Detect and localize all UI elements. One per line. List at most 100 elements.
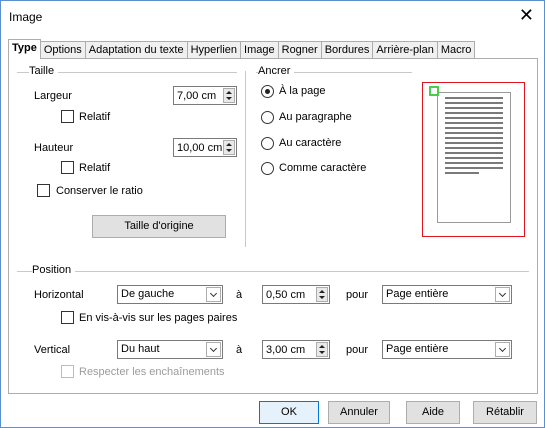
- horizontal-offset-spinbox[interactable]: 0,50 cm: [262, 285, 330, 304]
- vertical-for-label: pour: [346, 344, 369, 356]
- tab-macro[interactable]: Macro: [436, 41, 476, 59]
- position-group-label: Position: [32, 264, 76, 276]
- horizontal-relation-select[interactable]: Page entière: [382, 285, 512, 304]
- width-value: 7,00 cm: [177, 89, 217, 102]
- keep-ratio-checkbox[interactable]: [37, 184, 50, 197]
- vertical-select-value: Du haut: [121, 343, 160, 355]
- position-group-line: [17, 271, 529, 272]
- image-dialog: Image ✕ Type Options Adaptation du texte…: [0, 0, 545, 428]
- preview-text-line: [445, 112, 503, 114]
- horizontal-label: Horizontal: [34, 289, 84, 301]
- horizontal-select-value: De gauche: [121, 288, 175, 300]
- preview-text-line: [445, 162, 503, 164]
- follow-flow-checkbox[interactable]: [61, 365, 74, 378]
- anchor-as-char-radio[interactable]: [261, 162, 274, 175]
- height-spinbox[interactable]: 10,00 cm: [173, 138, 237, 157]
- anchor-page-label: À la page: [279, 85, 326, 97]
- tab-image[interactable]: Image: [240, 41, 279, 59]
- tab-background[interactable]: Arrière-plan: [372, 41, 438, 59]
- tab-type[interactable]: Type: [8, 39, 41, 59]
- preview-text-line: [445, 137, 503, 139]
- original-size-button[interactable]: Taille d'origine: [92, 215, 226, 238]
- size-group-label: Taille: [29, 65, 59, 77]
- height-spin-arrows[interactable]: [223, 140, 235, 155]
- chevron-down-icon[interactable]: [495, 287, 510, 302]
- width-spin-arrows[interactable]: [223, 88, 235, 103]
- height-relative-label: Relatif: [79, 162, 111, 174]
- type-tab-panel: Taille Largeur 7,00 cm Relatif Hauteur 1…: [8, 58, 538, 394]
- anchor-as-char-label: Comme caractère: [279, 162, 367, 174]
- tab-options[interactable]: Options: [39, 41, 86, 59]
- vertical-relation-select[interactable]: Page entière: [382, 340, 512, 359]
- close-icon[interactable]: ✕: [519, 6, 534, 24]
- tab-wrap[interactable]: Adaptation du texte: [84, 41, 188, 59]
- spin-up-icon: [319, 344, 325, 348]
- spin-down-icon: [226, 149, 232, 153]
- spin-up-icon: [226, 90, 232, 94]
- preview-text-line: [445, 107, 503, 109]
- spin-down-icon: [319, 351, 325, 355]
- dialog-title: Image: [9, 10, 43, 24]
- chevron-down-icon[interactable]: [495, 342, 510, 357]
- preview-text-line: [445, 157, 503, 159]
- mirror-label: En vis-à-vis sur les pages paires: [79, 312, 238, 324]
- horizontal-select[interactable]: De gauche: [117, 285, 223, 304]
- follow-flow-label: Respecter les enchaînements: [79, 366, 225, 378]
- height-label: Hauteur: [34, 142, 74, 154]
- group-separator: [245, 71, 246, 247]
- horizontal-offset-value: 0,50 cm: [266, 288, 306, 301]
- spin-down-icon: [226, 97, 232, 101]
- horizontal-for-label: pour: [346, 289, 369, 301]
- vertical-offset-value: 3,00 cm: [266, 343, 306, 356]
- vertical-offset-spinbox[interactable]: 3,00 cm: [262, 340, 330, 359]
- keep-ratio-label: Conserver le ratio: [56, 185, 143, 197]
- height-value: 10,00 cm: [177, 141, 223, 154]
- width-spinbox[interactable]: 7,00 cm: [173, 86, 237, 105]
- horizontal-at-label: à: [236, 289, 243, 301]
- preview-text-line: [445, 122, 503, 124]
- height-relative-checkbox[interactable]: [61, 161, 74, 174]
- width-label: Largeur: [34, 90, 72, 102]
- mirror-checkbox[interactable]: [61, 311, 74, 324]
- preview-text-line: [445, 172, 479, 174]
- preview-text-line: [445, 102, 503, 104]
- vertical-spin-arrows[interactable]: [316, 342, 328, 357]
- preview-text-line: [445, 127, 503, 129]
- tab-borders[interactable]: Bordures: [320, 41, 374, 59]
- anchor-char-label: Au caractère: [279, 137, 342, 149]
- tab-bar: Type Options Adaptation du texte Hyperli…: [8, 39, 476, 59]
- preview-text-line: [445, 167, 503, 169]
- cancel-button[interactable]: Annuler: [328, 401, 390, 424]
- chevron-down-icon[interactable]: [206, 342, 221, 357]
- horizontal-relation-value: Page entière: [386, 288, 449, 300]
- anchor-page-radio[interactable]: [261, 85, 274, 98]
- spin-up-icon: [319, 289, 325, 293]
- anchor-marker-icon: [429, 86, 439, 96]
- tab-crop[interactable]: Rogner: [277, 41, 322, 59]
- anchor-char-radio[interactable]: [261, 137, 274, 150]
- anchor-group-label: Ancrer: [258, 65, 295, 77]
- preview-text-line: [445, 132, 503, 134]
- tab-hyperlink[interactable]: Hyperlien: [186, 41, 242, 59]
- help-button[interactable]: Aide: [406, 401, 460, 424]
- horizontal-spin-arrows[interactable]: [316, 287, 328, 302]
- preview-text-line: [445, 152, 503, 154]
- vertical-label: Vertical: [34, 344, 71, 356]
- preview-text-line: [445, 142, 503, 144]
- width-relative-label: Relatif: [79, 111, 111, 123]
- ok-button[interactable]: OK: [259, 401, 319, 424]
- preview-text-line: [445, 147, 503, 149]
- chevron-down-icon[interactable]: [206, 287, 221, 302]
- anchor-paragraph-label: Au paragraphe: [279, 111, 352, 123]
- width-relative-checkbox[interactable]: [61, 110, 74, 123]
- vertical-select[interactable]: Du haut: [117, 340, 223, 359]
- spin-up-icon: [226, 142, 232, 146]
- preview-text-line: [445, 117, 503, 119]
- vertical-relation-value: Page entière: [386, 343, 449, 355]
- reset-button[interactable]: Rétablir: [473, 401, 537, 424]
- vertical-at-label: à: [236, 344, 243, 356]
- anchor-paragraph-radio[interactable]: [261, 111, 274, 124]
- title-bar: Image ✕: [1, 1, 544, 31]
- spin-down-icon: [319, 296, 325, 300]
- preview-text-line: [445, 97, 503, 99]
